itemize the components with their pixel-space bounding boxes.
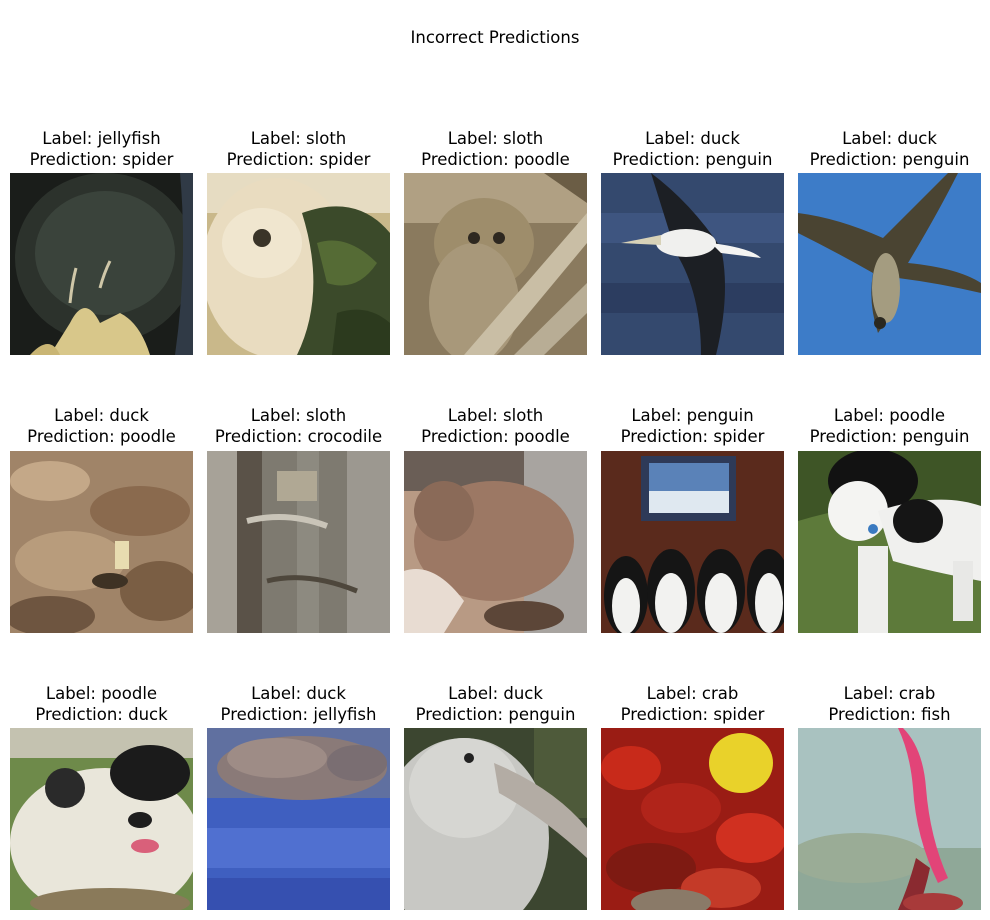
pink-coral-underwater-photo [798, 728, 981, 910]
panel-label: Label: poodle [45, 684, 158, 703]
koala-on-branch-photo [404, 173, 587, 355]
panel-prediction: Prediction: penguin [612, 150, 773, 169]
white-furry-animal-photo [207, 173, 390, 355]
panel-label: Label: sloth [250, 129, 347, 148]
panel-label: Label: duck [251, 684, 346, 703]
panel-prediction: Prediction: crocodile [214, 427, 383, 446]
fluffy-dog-on-grass-photo [10, 728, 193, 910]
panel-prediction: Prediction: poodle [421, 150, 570, 169]
albatross-over-water-photo [601, 173, 784, 355]
furry-brown-animal-photo [404, 451, 587, 633]
panel-label: Label: sloth [447, 406, 544, 425]
white-seabird-closeup-photo [404, 728, 587, 910]
prediction-grid: Label: jellyfish Prediction: spider Labe… [0, 0, 990, 920]
dark-jellyfish-photo [10, 173, 193, 355]
panel-label: Label: duck [54, 406, 149, 425]
panel-prediction: Prediction: spider [620, 705, 765, 724]
panel-prediction: Prediction: poodle [421, 427, 570, 446]
black-white-dog-photo [798, 451, 981, 633]
panel-prediction: Prediction: penguin [809, 150, 970, 169]
panel-label: Label: duck [842, 129, 937, 148]
panel-label: Label: duck [645, 129, 740, 148]
panel-label: Label: duck [448, 684, 543, 703]
panel-label: Label: crab [646, 684, 739, 703]
duck-on-blue-water-photo [207, 728, 390, 910]
panel-prediction: Prediction: spider [29, 150, 174, 169]
red-crabs-pile-photo [601, 728, 784, 910]
panel-prediction: Prediction: spider [620, 427, 765, 446]
panel-prediction: Prediction: spider [226, 150, 371, 169]
panel-prediction: Prediction: jellyfish [220, 705, 377, 724]
panel-prediction: Prediction: fish [828, 705, 951, 724]
panel-label: Label: poodle [833, 406, 946, 425]
bird-in-flight-blue-sky-photo [798, 173, 981, 355]
panel-prediction: Prediction: duck [35, 705, 168, 724]
panel-prediction: Prediction: penguin [809, 427, 970, 446]
panel-label: Label: sloth [250, 406, 347, 425]
panel-label: Label: crab [843, 684, 936, 703]
forest-tree-trunk-photo [207, 451, 390, 633]
panel-label: Label: jellyfish [42, 129, 161, 148]
panel-label: Label: penguin [631, 406, 754, 425]
rocky-ground-photo [10, 451, 193, 633]
penguins-watching-screen-photo [601, 451, 784, 633]
panel-prediction: Prediction: penguin [415, 705, 576, 724]
panel-label: Label: sloth [447, 129, 544, 148]
panel-prediction: Prediction: poodle [27, 427, 176, 446]
